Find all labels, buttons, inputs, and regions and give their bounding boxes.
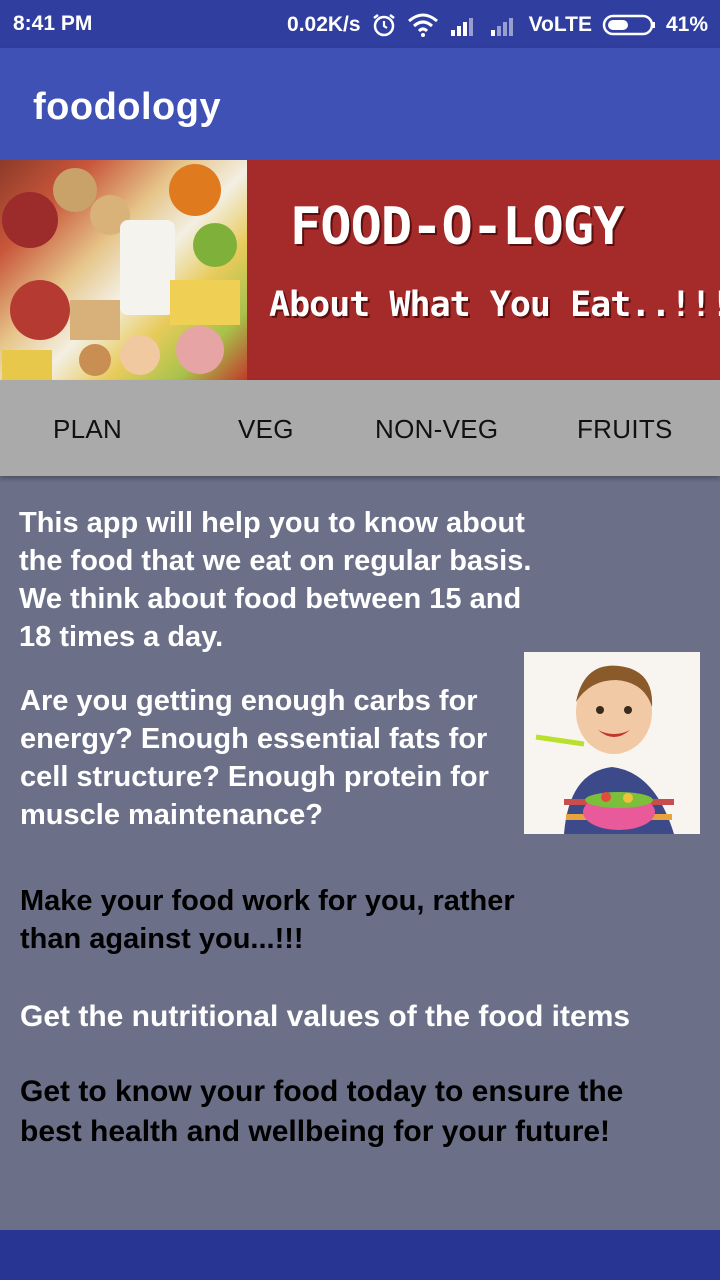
status-time: 8:41 PM — [13, 12, 93, 35]
status-icons: 0.02K/s VoLTE 41% — [287, 12, 708, 38]
banner: FOOD-O-LOGY About What You Eat..!!! — [0, 160, 720, 380]
tab-bar: PLAN VEG NON-VEG FRUITS — [0, 380, 720, 476]
questions-text: Are you getting enough carbs for energy?… — [20, 685, 489, 831]
carrier-label: VoLTE — [528, 13, 592, 36]
closing-text: Get to know your food today to ensure th… — [20, 1075, 624, 1148]
banner-title: FOOD-O-LOGY — [290, 197, 624, 257]
battery-icon — [602, 14, 656, 36]
tagline-text: Make your food work for you, rather than… — [20, 885, 515, 955]
net-speed: 0.02K/s — [287, 13, 361, 36]
wifi-icon — [407, 13, 439, 37]
tab-fruits[interactable]: FRUITS — [577, 414, 673, 445]
banner-food-image — [0, 160, 247, 380]
banner-text-panel: FOOD-O-LOGY About What You Eat..!!! — [247, 160, 720, 380]
tab-non-veg[interactable]: NON-VEG — [375, 414, 498, 445]
status-bar: 8:41 PM 0.02K/s VoLTE 41% — [0, 0, 720, 48]
bottom-bar — [0, 1230, 720, 1280]
alarm-icon — [371, 12, 397, 38]
banner-subtitle: About What You Eat..!!! — [269, 285, 720, 325]
nutrition-text: Get the nutritional values of the food i… — [20, 1000, 631, 1033]
signal-icon — [489, 14, 519, 36]
battery-percent: 41% — [665, 13, 708, 36]
intro-text: This app will help you to know about the… — [19, 507, 532, 653]
tab-veg[interactable]: VEG — [238, 414, 294, 445]
app-title: foodology — [33, 86, 222, 128]
home-content[interactable]: This app will help you to know about the… — [0, 476, 720, 1230]
app-bar: foodology — [0, 48, 720, 160]
tab-plan[interactable]: PLAN — [53, 414, 122, 445]
kid-eating-image — [524, 652, 700, 834]
signal-icon — [449, 14, 479, 36]
